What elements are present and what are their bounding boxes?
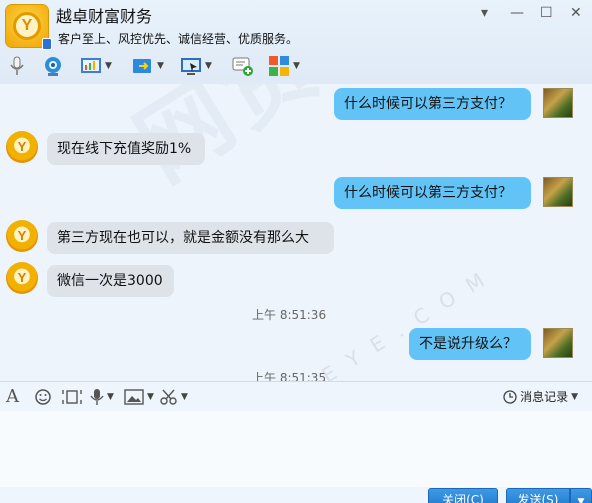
- chat-toolbar: ▼ ▼ ▼ ▼: [0, 52, 592, 80]
- logo-letter: Y: [21, 17, 33, 34]
- message-timestamp: 上午 8:51:36: [252, 308, 327, 322]
- message-bubble-outgoing[interactable]: 不是说升级么？: [409, 328, 531, 360]
- chevron-down-icon[interactable]: ▼: [571, 389, 578, 405]
- close-icon[interactable]: ✕: [570, 6, 582, 20]
- voice-message-button[interactable]: ▼: [90, 387, 114, 407]
- message-history-button[interactable]: 消息记录 ▼: [503, 389, 578, 405]
- scissors-icon: [160, 388, 178, 406]
- logo-ring: Y: [13, 12, 41, 40]
- app-button[interactable]: ▼: [80, 54, 112, 78]
- chevron-down-icon[interactable]: ▼: [107, 392, 114, 402]
- remote-desktop-button[interactable]: ▼: [180, 54, 212, 78]
- capture-icon: [62, 388, 82, 406]
- bottom-bar: [0, 487, 592, 503]
- message-bubble-outgoing[interactable]: 什么时候可以第三方支付？: [334, 88, 531, 120]
- message-bubble-incoming[interactable]: 现在线下充值奖励1%: [47, 133, 205, 165]
- message-input[interactable]: [0, 411, 592, 487]
- chevron-down-icon[interactable]: ▼: [181, 392, 188, 402]
- avatar[interactable]: Y: [6, 262, 38, 294]
- send-options-button[interactable]: ▼: [570, 488, 592, 503]
- avatar[interactable]: [543, 88, 573, 118]
- chevron-down-icon: ▼: [577, 497, 585, 503]
- chart-icon: [80, 55, 102, 77]
- new-discussion-button[interactable]: [232, 54, 254, 78]
- chevron-down-icon[interactable]: ▼: [147, 392, 154, 402]
- video-camera-icon: [42, 55, 64, 77]
- screen-share-icon: [180, 55, 202, 77]
- file-transfer-icon: [132, 55, 154, 77]
- image-button[interactable]: ▼: [124, 387, 154, 407]
- clock-icon: [503, 390, 517, 404]
- font-icon: A: [6, 386, 19, 407]
- message-bubble-incoming[interactable]: 第三方现在也可以，就是金额没有那么大: [47, 222, 334, 254]
- microphone-icon: [6, 55, 28, 77]
- message-list[interactable]: 网贷天眼 P2PEYE.COM 什么时候可以第三方支付？ Y 现在线下充值奖励1…: [0, 84, 592, 381]
- avatar-letter: Y: [17, 270, 27, 285]
- voice-call-button[interactable]: [6, 54, 28, 78]
- screenshot-button[interactable]: ▼: [160, 387, 188, 407]
- chevron-down-icon[interactable]: ▼: [205, 61, 212, 71]
- message-bubble-outgoing[interactable]: 什么时候可以第三方支付？: [334, 177, 531, 209]
- contact-logo[interactable]: Y: [6, 5, 52, 50]
- avatar-letter: Y: [17, 139, 27, 154]
- emoji-icon: [34, 388, 52, 406]
- chat-window: Y 越卓财富财务 客户至上、风控优先、诚信经营、优质服务。 ▾ — ☐ ✕ ▼ …: [0, 0, 592, 503]
- emoji-button[interactable]: [34, 387, 52, 407]
- avatar[interactable]: Y: [6, 220, 38, 252]
- maximize-icon[interactable]: ☐: [540, 6, 553, 20]
- message-bubble-incoming[interactable]: 微信一次是3000: [47, 265, 174, 297]
- voice-icon: [90, 388, 104, 406]
- mobile-badge-icon: [42, 38, 52, 50]
- video-call-button[interactable]: [42, 54, 64, 78]
- avatar[interactable]: [543, 328, 573, 358]
- avatar[interactable]: Y: [6, 131, 38, 163]
- close-button[interactable]: 关闭(C): [428, 488, 498, 503]
- capture-button[interactable]: [62, 387, 82, 407]
- input-toolbar: A ▼ ▼ ▼ 消息记录 ▼: [0, 381, 592, 411]
- send-file-button[interactable]: ▼: [132, 54, 164, 78]
- chevron-down-icon[interactable]: ▼: [105, 61, 112, 71]
- avatar[interactable]: [543, 177, 573, 207]
- contact-name[interactable]: 越卓财富财务: [56, 7, 152, 27]
- chevron-down-icon[interactable]: ▼: [157, 61, 164, 71]
- send-button[interactable]: 发送(S): [506, 488, 570, 503]
- image-icon: [124, 388, 144, 406]
- contact-signature: 客户至上、风控优先、诚信经营、优质服务。: [58, 32, 299, 46]
- chevron-down-icon[interactable]: ▼: [293, 61, 300, 71]
- message-history-label: 消息记录: [520, 390, 569, 404]
- more-apps-button[interactable]: ▼: [268, 54, 300, 78]
- apps-grid-icon: [268, 55, 290, 77]
- font-button[interactable]: A: [6, 387, 19, 407]
- minimize-icon[interactable]: —: [510, 6, 524, 20]
- avatar-letter: Y: [17, 228, 27, 243]
- message-add-icon: [232, 55, 254, 77]
- chat-header: Y 越卓财富财务 客户至上、风控优先、诚信经营、优质服务。 ▾ — ☐ ✕ ▼ …: [0, 0, 592, 84]
- dropdown-icon[interactable]: ▾: [481, 6, 488, 20]
- message-timestamp: 上午 8:51:35: [252, 371, 327, 381]
